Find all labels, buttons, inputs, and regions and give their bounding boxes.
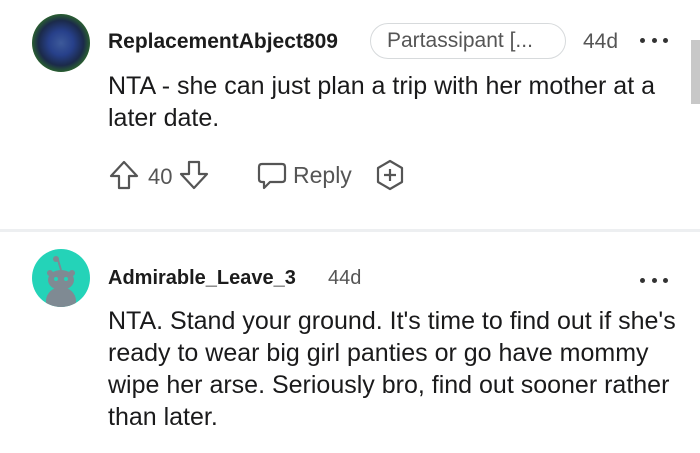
comment: ReplacementAbject809 Partassipant [... 4… (0, 0, 700, 230)
scrollbar[interactable] (691, 40, 700, 104)
comment-timestamp: 44d (328, 267, 362, 289)
comment-text: NTA. Stand your ground. It's time to fin… (108, 307, 676, 431)
user-avatar[interactable] (32, 249, 90, 307)
more-options-icon[interactable] (640, 275, 668, 285)
comment-author[interactable]: Admirable_Leave_3 (108, 267, 296, 290)
vote-score: 40 (148, 164, 173, 189)
snoo-avatar-icon (46, 256, 76, 307)
upvote-icon[interactable] (108, 159, 140, 191)
more-options-icon[interactable] (640, 35, 668, 45)
comment-text: NTA - she can just plan a trip with her … (108, 72, 656, 132)
award-icon[interactable] (374, 159, 406, 191)
comment-author[interactable]: ReplacementAbject809 (108, 30, 338, 54)
comment-divider (0, 229, 700, 232)
downvote-icon[interactable] (178, 159, 210, 191)
reply-icon[interactable] (256, 161, 288, 191)
comment: Admirable_Leave_3 44d NTA. Stand your gr… (0, 233, 700, 453)
comment-timestamp: 44d (583, 30, 619, 53)
reply-button[interactable]: Reply (293, 162, 352, 189)
user-avatar[interactable] (32, 14, 90, 72)
comment-actions: 40 Reply (108, 155, 428, 195)
comment-body: NTA - she can just plan a trip with her … (108, 70, 678, 134)
user-flair: Partassipant [... (370, 23, 566, 59)
comment-body: NTA. Stand your ground. It's time to fin… (108, 305, 678, 433)
